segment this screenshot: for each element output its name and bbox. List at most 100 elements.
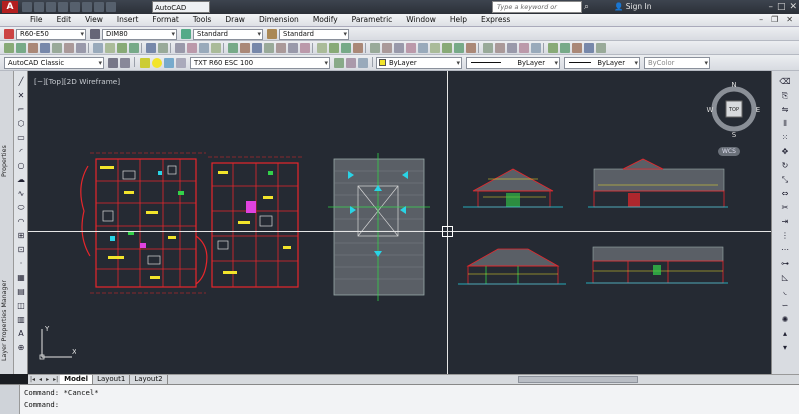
- break-at-point-icon[interactable]: ⋮: [779, 231, 791, 241]
- hatch-icon[interactable]: ▦: [16, 273, 26, 283]
- dim-aligned-icon[interactable]: [382, 43, 392, 53]
- maximize-icon[interactable]: □: [777, 1, 786, 13]
- extend-icon[interactable]: ⇥: [779, 217, 791, 227]
- new-icon[interactable]: [22, 2, 32, 12]
- scroll-up-icon[interactable]: ▴: [779, 329, 791, 339]
- isolate-icon[interactable]: [341, 43, 351, 53]
- gear-icon[interactable]: [120, 58, 130, 68]
- redo-icon[interactable]: [158, 43, 168, 53]
- search-input[interactable]: Type a keyword or phrase: [492, 1, 582, 22]
- break-icon[interactable]: ⋯: [779, 245, 791, 255]
- arc-icon[interactable]: ◜: [16, 147, 26, 157]
- menu-window[interactable]: Window: [399, 14, 443, 26]
- compass-west[interactable]: W: [707, 106, 714, 114]
- plot-icon[interactable]: [52, 43, 62, 53]
- doc-close-icon[interactable]: ✕: [786, 14, 793, 26]
- drawing-canvas[interactable]: [−][Top][2D Wireframe] TOP N S E W WCS X…: [28, 71, 771, 374]
- dimension-style-select[interactable]: DIM80: [102, 28, 177, 40]
- command-window-handle[interactable]: [0, 385, 20, 414]
- make-current-icon[interactable]: [334, 58, 344, 68]
- stretch-icon[interactable]: ⇔: [779, 189, 791, 199]
- scale-text-icon[interactable]: [572, 43, 582, 53]
- text-icon[interactable]: [548, 43, 558, 53]
- multiline-text-icon[interactable]: A: [16, 329, 26, 339]
- rectangle-icon[interactable]: ▭: [16, 133, 26, 143]
- dim-linear-icon[interactable]: [370, 43, 380, 53]
- save-icon[interactable]: [40, 43, 50, 53]
- polygon-icon[interactable]: ⬡: [16, 119, 26, 129]
- menu-format[interactable]: Format: [145, 14, 185, 26]
- menu-help[interactable]: Help: [443, 14, 474, 26]
- text-style-icon[interactable]: [4, 29, 14, 39]
- text-style-select[interactable]: R60-E50: [16, 28, 86, 40]
- save-icon[interactable]: [46, 2, 56, 12]
- command-input[interactable]: Command:: [24, 400, 59, 409]
- compass-south[interactable]: S: [732, 131, 737, 139]
- copy-object-icon[interactable]: ⎘: [779, 91, 791, 101]
- compass-north[interactable]: N: [731, 81, 736, 89]
- fillet-icon[interactable]: ◟: [779, 287, 791, 297]
- design-center-icon[interactable]: [240, 43, 250, 53]
- center-mark-icon[interactable]: [507, 43, 517, 53]
- minimize-icon[interactable]: –: [768, 1, 773, 13]
- trim-icon[interactable]: ✂: [779, 203, 791, 213]
- redo-icon[interactable]: [94, 2, 104, 12]
- zoom-realtime-icon[interactable]: [187, 43, 197, 53]
- insert-block-icon[interactable]: ⊞: [16, 231, 26, 241]
- paste-icon[interactable]: [117, 43, 127, 53]
- undo-icon[interactable]: [146, 43, 156, 53]
- rotate-icon[interactable]: ↻: [779, 161, 791, 171]
- layer-previous-icon[interactable]: [346, 58, 356, 68]
- mirror-icon[interactable]: ⇋: [779, 105, 791, 115]
- array-icon[interactable]: ⁙: [779, 133, 791, 143]
- layer-freeze-icon[interactable]: [164, 58, 174, 68]
- linetype-select[interactable]: ByLayer: [466, 57, 560, 69]
- dim-arc-icon[interactable]: [394, 43, 404, 53]
- menu-insert[interactable]: Insert: [110, 14, 146, 26]
- menu-draw[interactable]: Draw: [218, 14, 252, 26]
- join-icon[interactable]: ⊶: [779, 259, 791, 269]
- sign-in-button[interactable]: 👤 Sign In: [614, 1, 651, 13]
- line-icon[interactable]: ╱: [16, 77, 26, 87]
- revcloud-icon[interactable]: ☁: [16, 175, 26, 185]
- properties-palette-tab[interactable]: Properties: [1, 131, 13, 191]
- open-icon[interactable]: [34, 2, 44, 12]
- point-icon[interactable]: ·: [16, 259, 26, 269]
- menu-view[interactable]: View: [78, 14, 110, 26]
- color-select[interactable]: ByLayer: [376, 57, 462, 69]
- ellipse-icon[interactable]: ⬭: [16, 203, 26, 213]
- dim-diameter-icon[interactable]: [430, 43, 440, 53]
- layer-properties-icon[interactable]: [140, 58, 150, 68]
- unisolate-icon[interactable]: [353, 43, 363, 53]
- menu-parametric[interactable]: Parametric: [345, 14, 400, 26]
- menu-edit[interactable]: Edit: [50, 14, 79, 26]
- sheet-set-icon[interactable]: [264, 43, 274, 53]
- application-menu-button[interactable]: A: [2, 1, 18, 13]
- layer-walk-icon[interactable]: [329, 43, 339, 53]
- pan-icon[interactable]: [175, 43, 185, 53]
- layer-manager-palette-tab[interactable]: Layer Properties Manager: [1, 271, 13, 371]
- find-icon[interactable]: [596, 43, 606, 53]
- dim-continue-icon[interactable]: [466, 43, 476, 53]
- copy-icon[interactable]: [105, 43, 115, 53]
- tool-palettes-icon[interactable]: [252, 43, 262, 53]
- lineweight-select[interactable]: ByLayer: [564, 57, 640, 69]
- leader-icon[interactable]: [483, 43, 493, 53]
- layer-on-icon[interactable]: [152, 58, 162, 68]
- close-icon[interactable]: ✕: [789, 1, 797, 13]
- layer-lock-icon[interactable]: [176, 58, 186, 68]
- doc-restore-icon[interactable]: ❐: [771, 14, 778, 26]
- table-icon[interactable]: ▥: [16, 315, 26, 325]
- workspace-selector[interactable]: AutoCAD Classic: [152, 1, 210, 24]
- workspace-settings-icon[interactable]: [108, 58, 118, 68]
- layer-states-icon[interactable]: [358, 58, 368, 68]
- justify-icon[interactable]: [584, 43, 594, 53]
- dim-ordinate-icon[interactable]: [406, 43, 416, 53]
- move-icon[interactable]: ✥: [779, 147, 791, 157]
- markup-icon[interactable]: [276, 43, 286, 53]
- dim-radius-icon[interactable]: [418, 43, 428, 53]
- plot-icon[interactable]: [70, 2, 80, 12]
- zoom-previous-icon[interactable]: [211, 43, 221, 53]
- open-icon[interactable]: [28, 43, 38, 53]
- construction-line-icon[interactable]: ✕: [16, 91, 26, 101]
